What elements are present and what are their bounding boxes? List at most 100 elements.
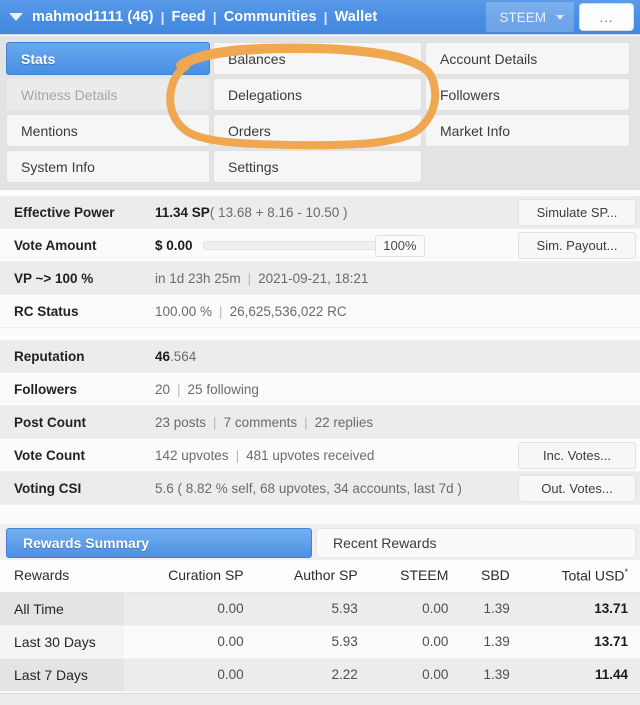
tab-market-info[interactable]: Market Info [425, 114, 630, 147]
reward-author-sp: 5.93 [255, 625, 370, 659]
top-navbar: mahmod1111 (46) | Feed | Communities | W… [0, 0, 640, 35]
navbar-separator: | [160, 9, 165, 25]
action-button[interactable]: Simulate SP... [518, 198, 636, 226]
stats-row-value: 23 posts | 7 comments | 22 replies [145, 406, 514, 438]
currency-label: STEEM [499, 9, 546, 25]
stats-row-action-slot: Inc. Votes... [514, 439, 640, 471]
col-header-sbd: SBD [460, 560, 522, 593]
value-separator: | [304, 414, 308, 430]
stats-value-detail-2: 25 following [187, 381, 259, 397]
stats-row: Reputation 46.564 [0, 340, 640, 373]
stats-row: Followers 20 | 25 following [0, 373, 640, 406]
stats-row: Voting CSI 5.6 ( 8.82 % self, 68 upvotes,… [0, 472, 640, 505]
navbar-link-wallet[interactable]: Wallet [335, 9, 378, 25]
reward-author-sp: 5.93 [255, 592, 370, 626]
stats-row-action-slot: Out. Votes... [514, 472, 640, 504]
stats-row: RC Status 100.00 % | 26,625,536,022 RC [0, 295, 640, 328]
table-row: Last 7 Days 0.00 2.22 0.00 1.39 11.44 [0, 658, 640, 692]
stats-value-detail: 100.00 % [155, 303, 213, 319]
vote-amount-slider[interactable]: 100% [202, 234, 425, 257]
navbar-separator: | [212, 9, 217, 25]
col-header-rewards: Rewards [0, 560, 124, 593]
stats-row: Effective Power 11.34 SP ( 13.68 + 8.16 -… [0, 196, 640, 229]
tab-stats[interactable]: Stats [6, 42, 210, 75]
stats-row: Post Count 23 posts | 7 comments | 22 replies [0, 406, 640, 439]
stats-value-detail: 20 [155, 381, 171, 397]
stats-row-action-slot [514, 406, 640, 438]
table-row: All Time 0.00 5.93 0.00 1.39 13.71 [0, 592, 640, 626]
tab-delegations[interactable]: Delegations [213, 78, 422, 111]
more-menu-button[interactable]: ... [579, 3, 634, 31]
tab-recent-rewards[interactable]: Recent Rewards [316, 528, 636, 558]
navbar-link-communities[interactable]: Communities [224, 9, 317, 25]
tab-witness-details[interactable]: Witness Details [6, 78, 210, 111]
stats-row-label: Vote Count [14, 447, 85, 463]
tab-rewards-summary[interactable]: Rewards Summary [6, 528, 312, 558]
stats-row-value: 142 upvotes | 481 upvotes received [145, 439, 514, 471]
stats-row-label: Reputation [14, 348, 85, 364]
reward-total-usd: 13.71 [521, 592, 640, 626]
stats-row-value: in 1d 23h 25m | 2021-09-21, 18:21 [145, 262, 514, 294]
stats-row-value: 100.00 % | 26,625,536,022 RC [145, 295, 514, 327]
slider-thumb-label[interactable]: 100% [375, 234, 425, 257]
reward-steem: 0.00 [369, 658, 461, 692]
section-tab-grid: Stats Balances Account Details Witness Deta… [0, 36, 640, 190]
reward-period: Last 7 Days [0, 658, 124, 692]
tab-balances[interactable]: Balances [213, 42, 422, 75]
stats-value-primary: 11.34 SP [155, 204, 210, 220]
value-separator: | [177, 381, 181, 397]
action-button[interactable]: Inc. Votes... [518, 441, 636, 469]
reward-total-usd: 11.44 [521, 658, 640, 692]
tab-account-details[interactable]: Account Details [425, 42, 630, 75]
app-window: mahmod1111 (46) | Feed | Communities | W… [0, 0, 640, 705]
rewards-table: Rewards Curation SP Author SP STEEM SBD … [0, 560, 640, 692]
stats-row-value: 46.564 [145, 340, 514, 372]
tab-followers[interactable]: Followers [425, 78, 630, 111]
stats-value-detail-2: 481 upvotes received [246, 447, 375, 463]
stats-row-label: RC Status [14, 303, 79, 319]
stats-row-label: Post Count [14, 414, 86, 430]
tab-mentions[interactable]: Mentions [6, 114, 210, 147]
stats-value-detail: 5.6 ( 8.82 % self, 68 upvotes, 34 accoun… [155, 480, 462, 496]
action-button[interactable]: Out. Votes... [518, 474, 636, 502]
navbar-username[interactable]: mahmod1111 (46) [32, 9, 154, 25]
table-row: Last 30 Days 0.00 5.93 0.00 1.39 13.71 [0, 625, 640, 659]
reward-total-usd: 13.71 [521, 625, 640, 659]
stats-row-action-slot [514, 295, 640, 327]
tab-system-info[interactable]: System Info [6, 150, 210, 183]
reward-curation-sp: 0.00 [124, 625, 256, 659]
tab-orders[interactable]: Orders [213, 114, 422, 147]
stats-row-label: Effective Power [14, 204, 115, 220]
reward-curation-sp: 0.00 [124, 592, 256, 626]
stats-value-detail: 142 upvotes [155, 447, 229, 463]
chevron-down-icon [556, 14, 564, 20]
navbar-link-feed[interactable]: Feed [172, 9, 206, 25]
caret-down-icon[interactable] [9, 13, 23, 21]
reward-author-sp: 2.22 [255, 658, 370, 692]
stats-value-detail-2: 7 comments [223, 414, 298, 430]
stats-value-detail-2: 2021-09-21, 18:21 [258, 270, 369, 286]
stats-table-secondary: Reputation 46.564 Followers 20 | 25 following… [0, 340, 640, 505]
stats-value-detail-3: 22 replies [314, 414, 374, 430]
stats-row-label: VP ~> 100 % [14, 270, 94, 286]
stats-row-label: Vote Amount [14, 237, 97, 253]
stats-row: Vote Amount $ 0.00 100% Sim. Payout... [0, 229, 640, 262]
stats-row-action-slot: Simulate SP... [514, 196, 640, 228]
navbar-left-group: mahmod1111 (46) | Feed | Communities | W… [0, 9, 486, 25]
reward-sbd: 1.39 [460, 625, 522, 659]
reward-period: Last 30 Days [0, 625, 124, 659]
stats-value-detail: in 1d 23h 25m [155, 270, 241, 286]
col-header-total-usd: Total USD* [521, 560, 640, 593]
section-rewards: Rewards Summary Recent Rewards Rewards C… [0, 524, 640, 692]
stats-row-action-slot [514, 340, 640, 372]
currency-selector[interactable]: STEEM [486, 2, 574, 32]
action-button[interactable]: Sim. Payout... [518, 231, 636, 259]
value-separator: | [213, 414, 217, 430]
reward-curation-sp: 0.00 [124, 658, 256, 692]
window-footer-strip [0, 693, 640, 705]
tab-settings[interactable]: Settings [213, 150, 422, 183]
reward-sbd: 1.39 [460, 592, 522, 626]
stats-value-primary: $ 0.00 [155, 237, 193, 253]
stats-row-value: $ 0.00 100% [145, 229, 514, 261]
stats-row-value: 5.6 ( 8.82 % self, 68 upvotes, 34 accoun… [145, 472, 514, 504]
